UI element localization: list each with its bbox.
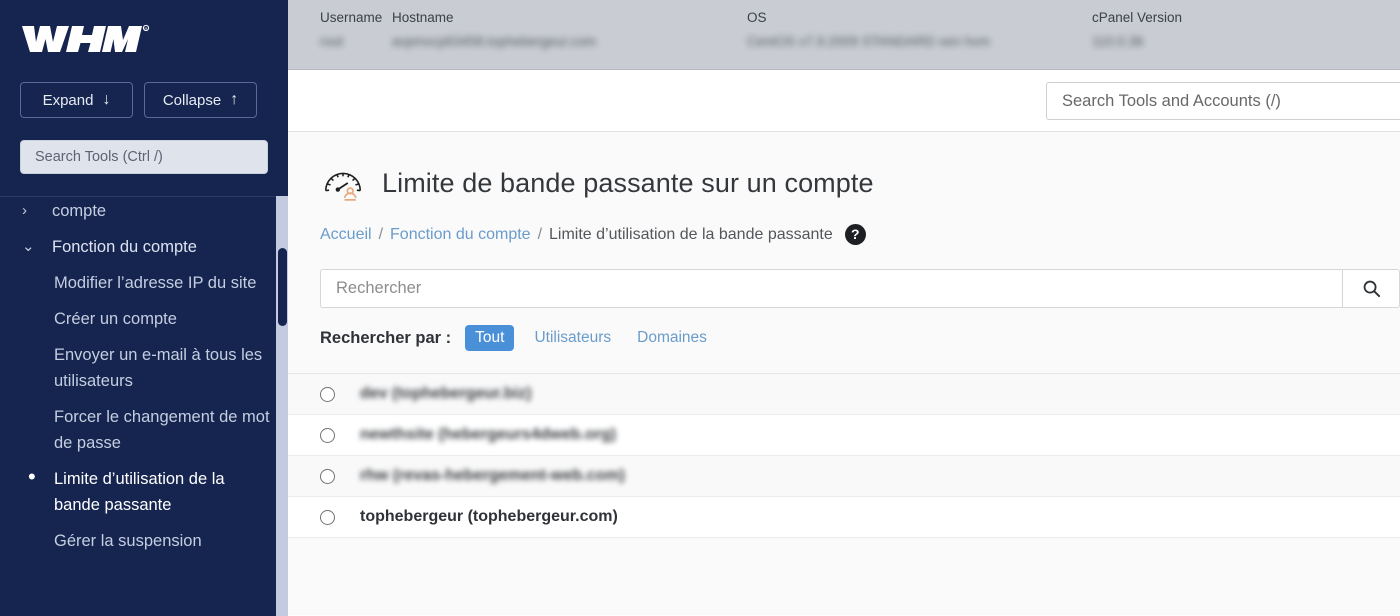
active-bullet-icon: •: [28, 464, 36, 489]
breadcrumb-link-parent[interactable]: Fonction du compte: [390, 226, 531, 244]
sidebar-item-label: Limite d’utilisation de la bande passant…: [54, 470, 225, 514]
search-icon: [1363, 280, 1380, 298]
account-label: rhw (revas-hebergement-web.com): [360, 467, 625, 484]
server-info-cpanel-version: cPanel Version 110.0.36: [1092, 10, 1342, 49]
sidebar-item-label: Forcer le changement de mot de passe: [54, 408, 270, 452]
sidebar-nav: › compte ⌄ Fonction du compte Modifier l…: [0, 196, 288, 616]
table-row[interactable]: tophebergeur (tophebergeur.com): [288, 497, 1400, 538]
arrow-up-icon: ↑: [230, 91, 239, 108]
sidebar-item-label: Fonction du compte: [52, 238, 197, 256]
username-label: Username: [320, 10, 383, 25]
table-row[interactable]: dev (tophebergeur.biz): [288, 374, 1400, 415]
chevron-down-icon: ⌄: [22, 238, 35, 255]
server-info-username: Username root: [320, 10, 392, 49]
whm-app: R Expand ↓ Collapse ↑ › compte: [0, 0, 1400, 616]
sidebar-nav-list: › compte ⌄ Fonction du compte Modifier l…: [0, 197, 288, 559]
account-filter-row: [288, 245, 1400, 308]
table-row[interactable]: newthsite (hebergeurs4dweb.org): [288, 415, 1400, 456]
sidebar-item-compte-partial[interactable]: › compte: [0, 197, 288, 229]
account-search-input[interactable]: [320, 269, 1343, 308]
bandwidth-gauge-icon: [324, 172, 362, 201]
breadcrumb: Accueil / Fonction du compte / Limite d’…: [288, 206, 1400, 245]
account-search-button[interactable]: [1342, 269, 1400, 308]
filter-chip-tout[interactable]: Tout: [465, 325, 515, 351]
account-label: tophebergeur (tophebergeur.com): [360, 508, 618, 525]
account-list: dev (tophebergeur.biz) newthsite (heberg…: [288, 373, 1400, 538]
sidebar-item-creer-un-compte[interactable]: Créer un compte: [0, 301, 288, 337]
whm-logo-icon: R: [22, 24, 150, 52]
sidebar-item-envoyer-email[interactable]: Envoyer un e-mail à tous les utilisateur…: [0, 337, 288, 399]
sidebar-item-forcer-changement-mdp[interactable]: Forcer le changement de mot de passe: [0, 399, 288, 461]
os-value: CentOS v7.9.2009 STANDARD xen hvm: [747, 34, 990, 49]
global-search-input[interactable]: [1046, 82, 1400, 120]
cpanel-version-label: cPanel Version: [1092, 10, 1183, 25]
page-content: Limite de bande passante sur un compte A…: [288, 132, 1400, 615]
sidebar-tree-controls: Expand ↓ Collapse ↑: [0, 78, 288, 118]
search-by-label: Rechercher par :: [320, 328, 452, 347]
sidebar-item-gerer-la-suspension[interactable]: Gérer la suspension: [0, 523, 288, 559]
sidebar-item-modifier-adresse-ip[interactable]: Modifier l’adresse IP du site: [0, 265, 288, 301]
breadcrumb-separator: /: [378, 225, 384, 243]
table-row[interactable]: rhw (revas-hebergement-web.com): [288, 456, 1400, 497]
cpanel-version-value: 110.0.36: [1092, 34, 1144, 49]
page-title: Limite de bande passante sur un compte: [382, 167, 874, 198]
account-radio[interactable]: [320, 386, 335, 402]
chevron-right-icon: ›: [22, 202, 27, 219]
help-circle-icon[interactable]: ?: [844, 224, 866, 245]
svg-text:R: R: [144, 27, 147, 32]
expand-button-label: Expand: [42, 91, 94, 109]
sidebar-item-limite-bande-passante[interactable]: • Limite d’utilisation de la bande passa…: [0, 461, 288, 523]
filter-chip-utilisateurs[interactable]: Utilisateurs: [528, 325, 617, 351]
sidebar-search-input[interactable]: [20, 140, 268, 174]
page-header: Limite de bande passante sur un compte: [288, 132, 1400, 206]
server-info-bar: Username root Hostname avpmxcp63458.toph…: [288, 0, 1400, 70]
hostname-value: avpmxcp63458.tophebergeur.com: [392, 34, 597, 49]
account-radio[interactable]: [320, 468, 335, 484]
username-value: root: [320, 34, 344, 49]
breadcrumb-link-home[interactable]: Accueil: [320, 226, 372, 244]
server-info-os: OS CentOS v7.9.2009 STANDARD xen hvm: [747, 10, 1092, 49]
sidebar-item-label: Gérer la suspension: [54, 532, 202, 550]
arrow-down-icon: ↓: [102, 91, 111, 108]
os-label: OS: [747, 10, 767, 25]
sidebar: R Expand ↓ Collapse ↑ › compte: [0, 0, 288, 616]
breadcrumb-separator: /: [537, 225, 543, 243]
sidebar-item-label: compte: [52, 202, 107, 220]
sidebar-item-label: Créer un compte: [54, 310, 177, 328]
expand-button[interactable]: Expand ↓: [20, 82, 133, 118]
sidebar-item-label: Envoyer un e-mail à tous les utilisateur…: [54, 346, 263, 390]
account-label: dev (tophebergeur.biz): [360, 385, 532, 402]
collapse-button-label: Collapse: [162, 91, 222, 109]
main-area: Username root Hostname avpmxcp63458.toph…: [288, 0, 1400, 616]
breadcrumb-current: Limite d’utilisation de la bande passant…: [549, 225, 833, 243]
brand-logo[interactable]: R: [0, 0, 288, 78]
sidebar-scrollbar[interactable]: [276, 196, 288, 616]
server-info-hostname: Hostname avpmxcp63458.tophebergeur.com: [392, 10, 747, 49]
filter-chip-domaines[interactable]: Domaines: [631, 325, 713, 351]
account-radio[interactable]: [320, 427, 335, 443]
sidebar-scrollbar-thumb[interactable]: [278, 248, 287, 326]
search-by-filters: Rechercher par : Tout Utilisateurs Domai…: [288, 308, 1400, 351]
global-search-row: [288, 70, 1400, 132]
collapse-button[interactable]: Collapse ↑: [144, 82, 257, 118]
account-radio[interactable]: [320, 509, 335, 525]
sidebar-search-wrap: [0, 118, 288, 174]
sidebar-item-label: Modifier l’adresse IP du site: [54, 274, 257, 292]
hostname-label: Hostname: [392, 10, 454, 25]
account-label: newthsite (hebergeurs4dweb.org): [360, 426, 617, 443]
sidebar-item-fonction-du-compte[interactable]: ⌄ Fonction du compte: [0, 229, 288, 265]
